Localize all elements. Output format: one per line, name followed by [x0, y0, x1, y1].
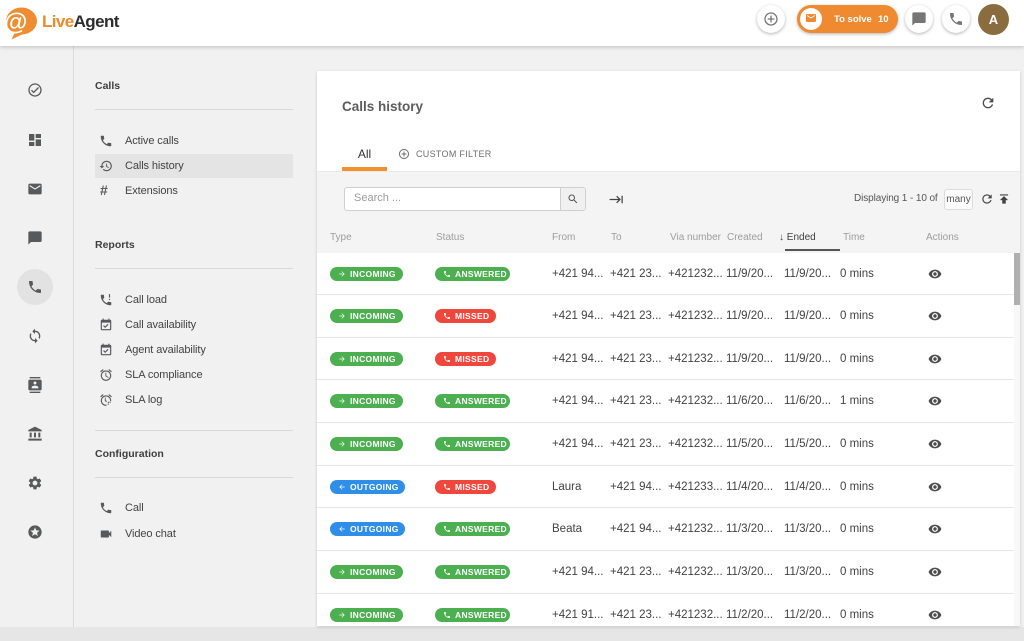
svg-text:@: @ — [4, 9, 27, 36]
